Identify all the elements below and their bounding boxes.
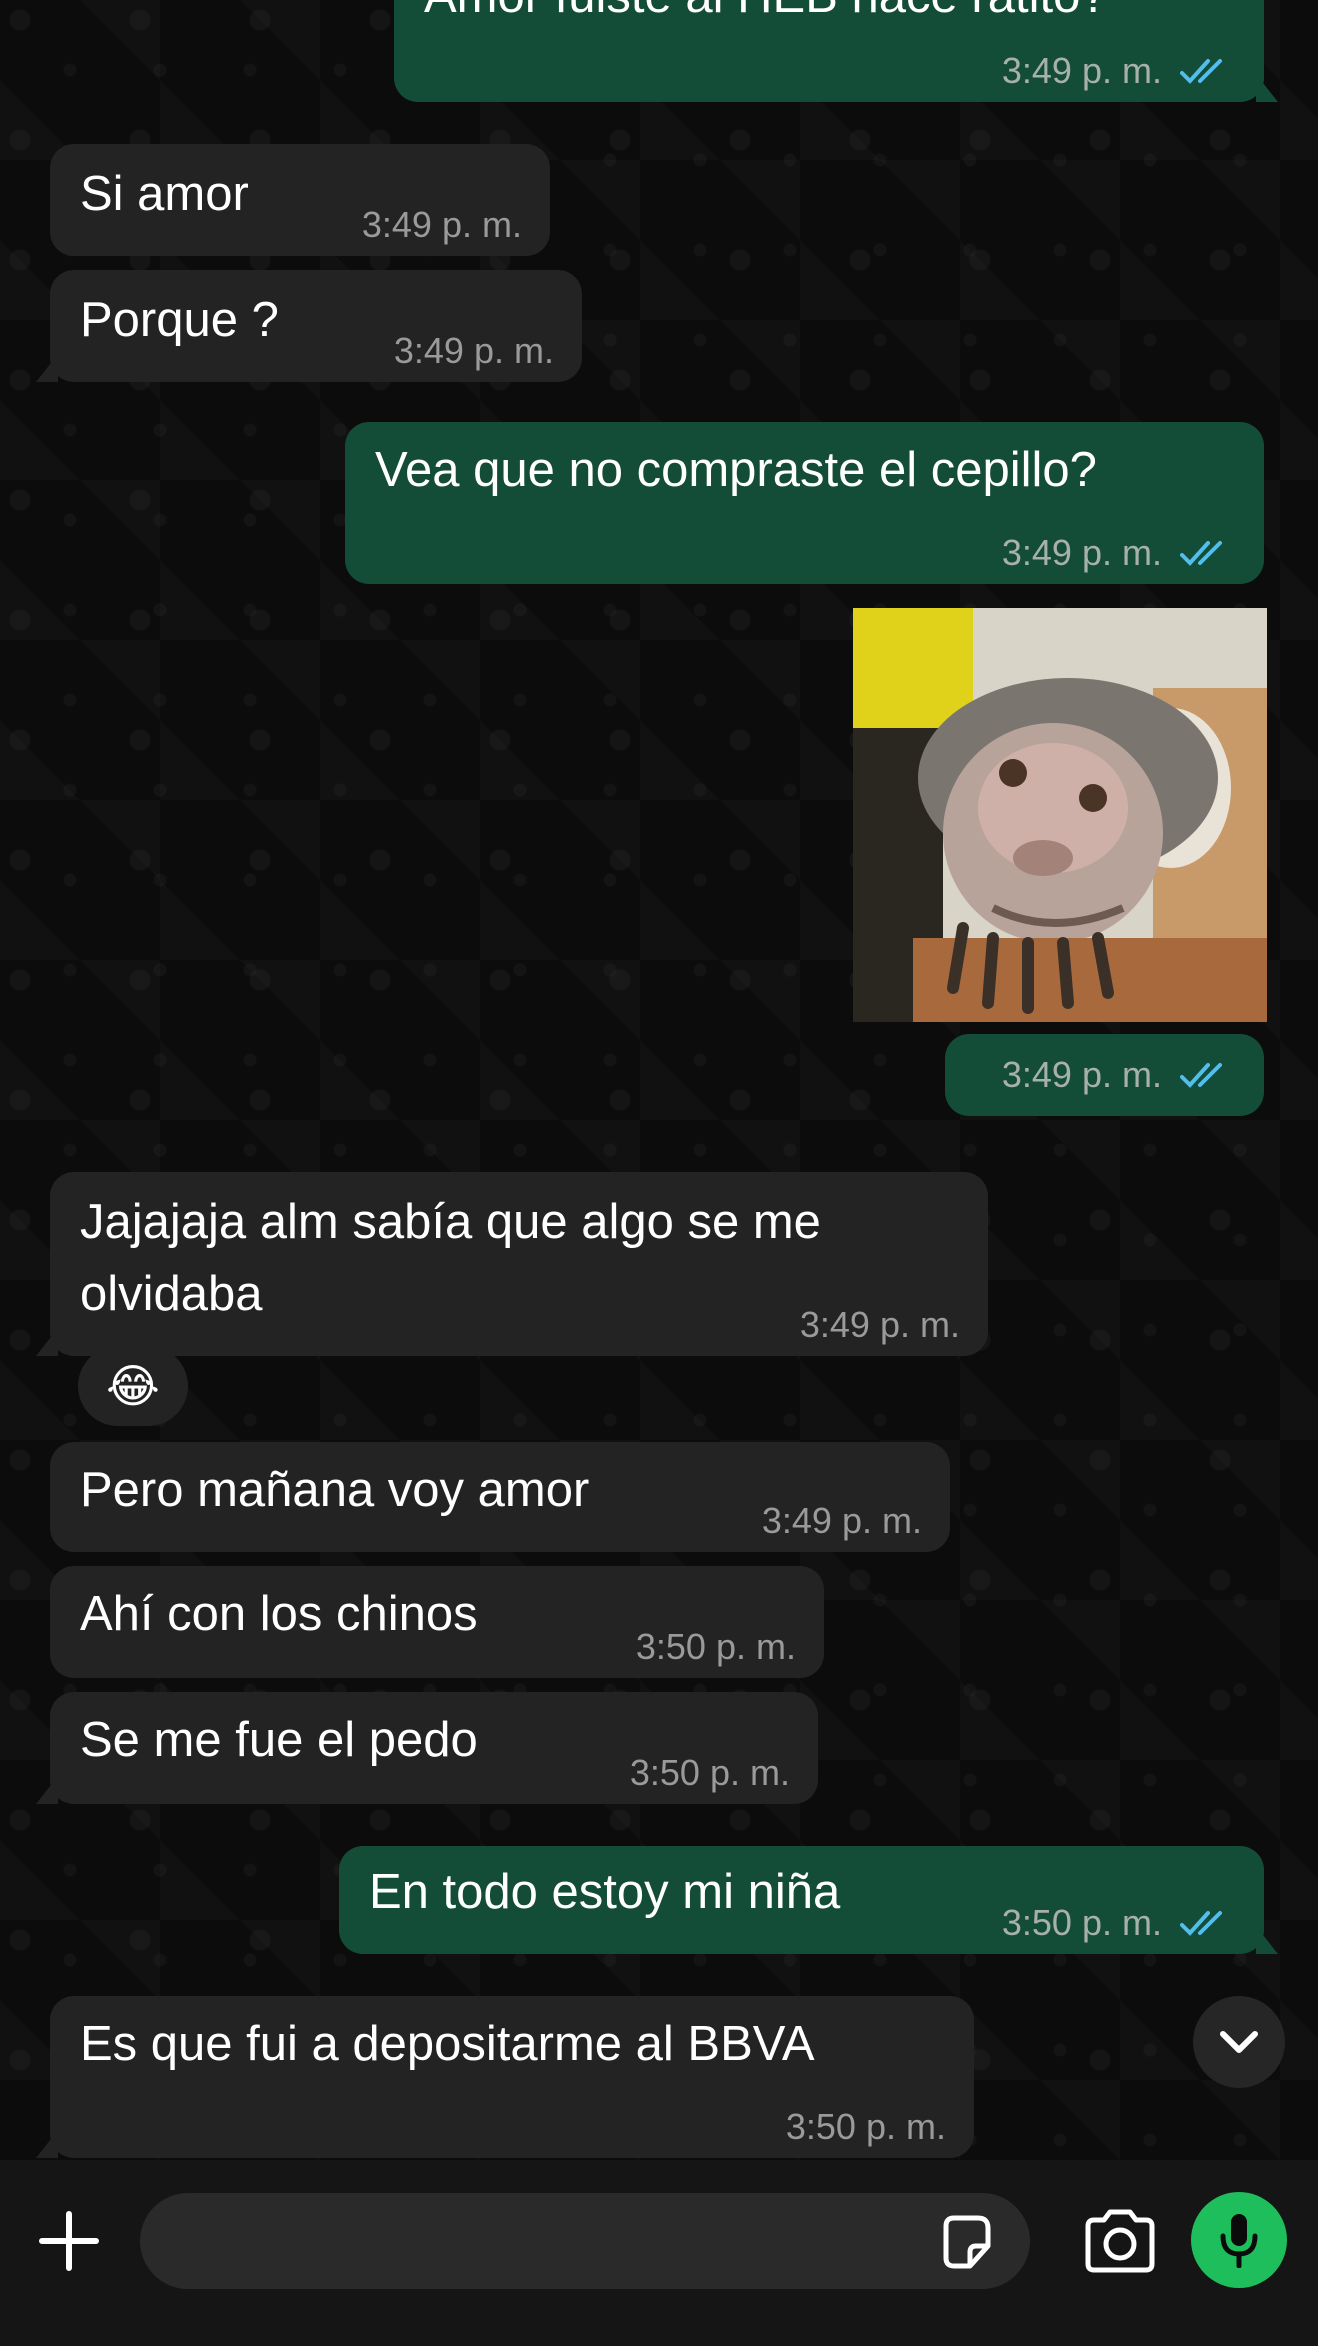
- message-bubble-incoming[interactable]: Porque ? 3:49 p. m.: [36, 270, 582, 382]
- camera-button[interactable]: [1082, 2208, 1158, 2274]
- message-time: 3:49: [1001, 50, 1072, 91]
- message-ampm: p. m.: [715, 1626, 796, 1667]
- message-ampm: p. m.: [879, 1304, 960, 1345]
- message-bubble-incoming[interactable]: Jajajaja alm sabía que algo se me olvida…: [36, 1172, 988, 1356]
- message-bubble-outgoing[interactable]: En todo estoy mi niña 3:50 p. m.: [339, 1846, 1278, 1954]
- message-ampm: p. m.: [1081, 1902, 1162, 1943]
- message-meta: 3:49 p. m.: [394, 328, 554, 374]
- message-text: Se me fue el pedo: [80, 1713, 478, 1767]
- message-meta: 3:49 p. m.: [362, 202, 522, 248]
- bubble-tail: [36, 2130, 58, 2158]
- chat-area[interactable]: Amor fuiste al HEB hace ratito? 3:49 p. …: [0, 0, 1318, 2160]
- message-time: 3:50: [629, 1752, 700, 1793]
- message-meta: 3:50 p. m.: [630, 1750, 790, 1796]
- double-check-icon: [1180, 59, 1222, 84]
- bubble-tail: [1256, 1926, 1278, 1954]
- message-text: Vea que no compraste el cepillo?: [375, 443, 1097, 497]
- sticker-icon: [943, 2215, 991, 2269]
- message-bubble-incoming[interactable]: Es que fui a depositarme al BBVA 3:50 p.…: [36, 1996, 974, 2158]
- message-bubble-incoming[interactable]: Si amor 3:49 p. m.: [50, 144, 550, 256]
- message-time: 3:50: [635, 1626, 706, 1667]
- message-text: En todo estoy mi niña: [369, 1865, 841, 1919]
- double-check-icon: [1180, 541, 1222, 566]
- message-text: Es que fui a depositarme al BBVA: [80, 2017, 815, 2071]
- message-ampm: p. m.: [1081, 532, 1162, 573]
- message-meta: 3:50 p. m.: [1002, 1900, 1236, 1946]
- camera-icon: [1085, 2209, 1155, 2273]
- message-ampm: p. m.: [865, 2106, 946, 2147]
- message-text: Ahí con los chinos: [80, 1587, 478, 1641]
- chevron-down-icon: [1220, 2031, 1258, 2053]
- photo-illustration: [853, 608, 1267, 1022]
- message-meta: 3:49 p. m.: [1002, 1052, 1236, 1098]
- sticker-button[interactable]: [936, 2212, 996, 2272]
- message-time: 3:49: [761, 1500, 832, 1541]
- message-time: 3:49: [393, 330, 464, 371]
- message-meta: 3:49 p. m.: [1002, 530, 1236, 576]
- message-bubble-outgoing[interactable]: Vea que no compraste el cepillo? 3:49 p.…: [345, 422, 1264, 584]
- scroll-to-bottom-button[interactable]: [1193, 1996, 1285, 2088]
- message-input[interactable]: [140, 2193, 1030, 2289]
- message-text: Porque ?: [80, 293, 279, 347]
- message-ampm: p. m.: [473, 330, 554, 371]
- message-ampm: p. m.: [1081, 50, 1162, 91]
- message-bubble-incoming[interactable]: Ahí con los chinos 3:50 p. m.: [50, 1566, 824, 1678]
- bubble-tail: [36, 354, 58, 382]
- message-text: Si amor: [80, 167, 249, 221]
- message-meta: 3:49 p. m.: [762, 1498, 922, 1544]
- microphone-icon: [1220, 2214, 1258, 2268]
- microphone-button[interactable]: [1191, 2192, 1287, 2288]
- message-time: 3:49: [799, 1304, 870, 1345]
- message-time: 3:50: [1001, 1902, 1072, 1943]
- message-time: 3:49: [1001, 1054, 1072, 1095]
- message-ampm: p. m.: [841, 1500, 922, 1541]
- message-time: 3:49: [361, 204, 432, 245]
- plus-icon: [39, 2211, 99, 2271]
- bubble-tail: [1256, 74, 1278, 102]
- image-time-pill: 3:49 p. m.: [945, 1034, 1264, 1116]
- double-check-icon: [1180, 1063, 1222, 1088]
- bubble-tail: [36, 1328, 58, 1356]
- message-meta: 3:49 p. m.: [800, 1302, 960, 1348]
- message-ampm: p. m.: [1081, 1054, 1162, 1095]
- message-bubble-incoming[interactable]: Pero mañana voy amor 3:49 p. m.: [50, 1442, 950, 1552]
- double-check-icon: [1180, 1911, 1222, 1936]
- reaction-emoji: 😂: [106, 1360, 160, 1412]
- message-meta: 3:49 p. m.: [1002, 48, 1236, 94]
- message-bubble-outgoing[interactable]: Amor fuiste al HEB hace ratito? 3:49 p. …: [394, 0, 1278, 102]
- message-ampm: p. m.: [709, 1752, 790, 1793]
- message-time: 3:49: [1001, 532, 1072, 573]
- bubble-tail: [36, 1776, 58, 1804]
- message-bubble-incoming[interactable]: Se me fue el pedo 3:50 p. m.: [36, 1692, 818, 1804]
- message-time: 3:50: [785, 2106, 856, 2147]
- message-meta: 3:50 p. m.: [636, 1624, 796, 1670]
- message-meta: 3:50 p. m.: [786, 2104, 946, 2150]
- message-text: Amor fuiste al HEB hace ratito?: [424, 0, 1108, 32]
- monkey-photo[interactable]: [853, 608, 1267, 1022]
- reaction-badge[interactable]: 😂: [78, 1346, 188, 1426]
- message-text: Pero mañana voy amor: [80, 1463, 590, 1517]
- message-ampm: p. m.: [441, 204, 522, 245]
- attach-button[interactable]: [36, 2208, 102, 2274]
